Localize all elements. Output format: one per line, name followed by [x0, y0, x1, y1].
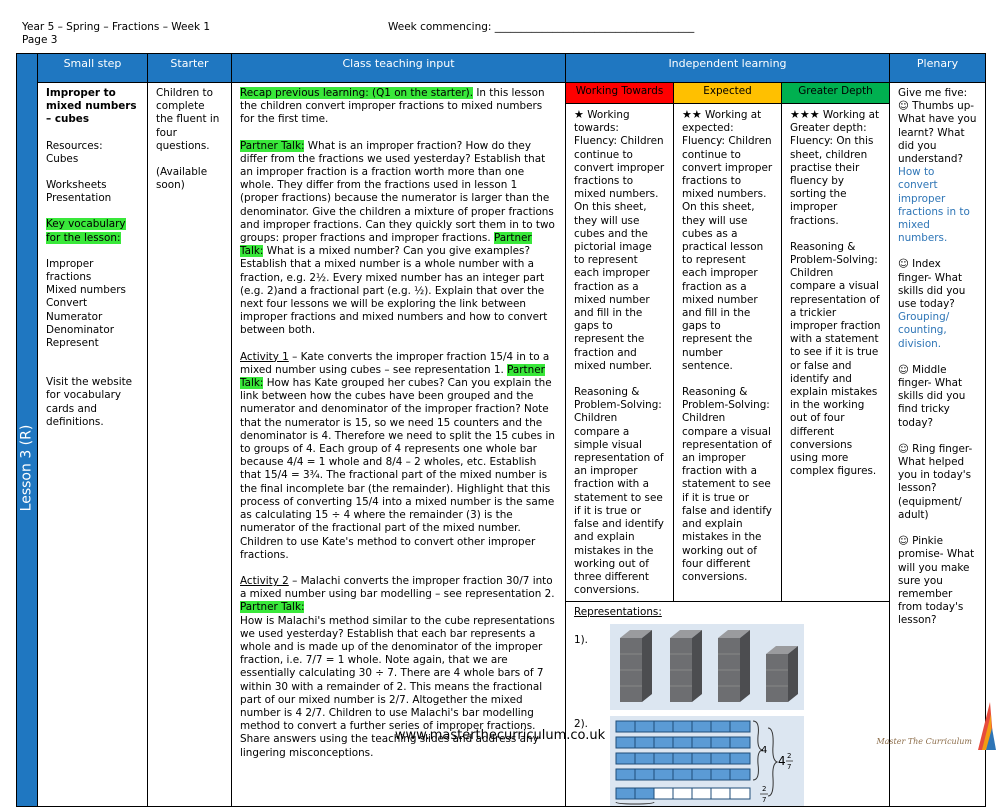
plenary-index-answer: Grouping/ counting, division.: [898, 311, 950, 350]
vocab-item: Mixed numbers: [46, 284, 126, 297]
logo-icon: [978, 702, 996, 750]
ring-finger-icon: ☺: [898, 442, 909, 455]
col-small-step: Small step: [37, 53, 148, 83]
plenary-cell: Give me five: ☺ Thumbs up- What have you…: [889, 81, 986, 807]
plenary-thumb-answer: How to convert improper fractions in to …: [898, 166, 970, 245]
plenary-pinkie: Pinkie promise- What will you make sure …: [898, 535, 975, 627]
bar-label-4: 4: [761, 745, 767, 756]
greater-depth-label: Greater Depth: [781, 82, 890, 104]
working-towards-cell: ★ Working towards: Fluency: Children con…: [565, 102, 674, 603]
worksheets: Worksheets: [46, 179, 107, 192]
starter-text: Children to complete the fluent in four …: [156, 87, 220, 152]
exp-fluency: Fluency: Children continue to convert im…: [682, 135, 773, 372]
star-icon: ★: [574, 108, 584, 121]
wt-fluency: Fluency: Children continue to convert im…: [574, 135, 665, 372]
remainder-numerator: 2: [762, 785, 766, 793]
cubes-representation: [610, 623, 804, 710]
greater-depth-cell: ★★★ Working at Greater depth: Fluency: O…: [781, 102, 890, 603]
resources-label: Resources:: [46, 139, 103, 152]
exp-reasoning: Reasoning & Problem-Solving: Children co…: [682, 386, 772, 583]
col-starter: Starter: [147, 53, 232, 83]
lesson-label: Lesson 3 (R): [18, 424, 35, 512]
col-independent: Independent learning: [565, 53, 890, 83]
plenary-ring: Ring finger- What helped you in today's …: [898, 442, 973, 521]
recap-highlight: Recap previous learning: (Q1 on the star…: [240, 87, 474, 99]
header-title: Year 5 – Spring – Fractions – Week 1: [22, 21, 211, 33]
remainder-denominator: 7: [762, 796, 766, 804]
plenary-index: Index finger- What skills did you use to…: [898, 258, 966, 311]
vocab-item: Represent: [46, 337, 99, 350]
cube-stack: [718, 629, 750, 702]
partner-talk-text: What is a mixed number? Can you give exa…: [240, 245, 548, 337]
footer-url[interactable]: www.masterthecurriculum.co.uk: [0, 728, 1000, 743]
lesson-label-cell: Lesson 3 (R): [16, 52, 38, 807]
pinkie-icon: ☺: [898, 535, 909, 548]
visit-website: Visit the website for vocabulary cards a…: [46, 376, 133, 428]
small-step-title: Improper to mixed numbers – cubes: [46, 87, 137, 126]
vocab-item: Improper fractions: [46, 257, 94, 284]
cube-stack: [670, 629, 702, 702]
cube-stack: [620, 629, 652, 702]
representations-cell: Representations: 1). 2). 4 4 2 7 2 7: [565, 601, 890, 807]
mixed-number-numerator: 2: [787, 752, 791, 760]
mixed-number-whole: 4: [778, 754, 786, 768]
vocab-item: Numerator: [46, 310, 103, 323]
activity-2-label: Activity 2: [240, 574, 289, 587]
wt-reasoning: Reasoning & Problem-Solving: Children co…: [574, 386, 664, 597]
representations-label: Representations:: [574, 606, 662, 619]
index-finger-icon: ☺: [898, 258, 909, 271]
col-plenary: Plenary: [889, 53, 986, 83]
signature: Master The Curriculum: [876, 737, 972, 746]
vocab-item: Convert: [46, 297, 88, 310]
thumb-icon: ☺: [898, 100, 909, 113]
middle-finger-icon: ☺: [898, 363, 909, 376]
page-number: Page 3: [22, 34, 58, 46]
key-vocab-label: Key vocabulary for the lesson:: [46, 218, 126, 244]
activity-1-rest: How has Kate grouped her cubes? Can you …: [240, 377, 555, 561]
working-towards-label: Working Towards: [565, 82, 674, 104]
cube-stack: [766, 645, 798, 702]
plenary-thumb: Thumbs up- What have you learnt? What di…: [898, 100, 977, 166]
activity-1-label: Activity 1: [240, 350, 289, 363]
star-icon: ★★★: [790, 108, 820, 121]
star-icon: ★★: [682, 108, 702, 121]
presentation: Presentation: [46, 192, 112, 205]
rep-1-label: 1).: [574, 633, 588, 646]
partner-talk-highlight: Partner Talk:: [240, 601, 305, 614]
plenary-middle: Middle finger- What skills did you find …: [898, 363, 966, 429]
lesson-plan-table: Lesson 3 (R) Small step Starter Class te…: [16, 52, 986, 807]
partner-talk-text: What is an improper fraction? How do the…: [240, 139, 555, 245]
teaching-cell: Recap previous learning: (Q1 on the star…: [231, 81, 566, 807]
expected-cell: ★★ Working at expected: Fluency: Childre…: [673, 102, 782, 603]
partner-talk-highlight: Partner Talk:: [240, 139, 305, 152]
starter-available: (Available soon): [156, 166, 208, 192]
col-class-teaching: Class teaching input: [231, 53, 566, 83]
gd-fluency: Fluency: On this sheet, children practis…: [790, 135, 874, 227]
vocab-item: Denominator: [46, 323, 115, 336]
mixed-number-denominator: 7: [787, 763, 791, 771]
plenary-intro: Give me five:: [898, 87, 968, 99]
expected-label: Expected: [673, 82, 782, 104]
resources-value: Cubes: [46, 152, 79, 165]
week-commencing: Week commencing: _______________________…: [388, 21, 695, 33]
starter-cell: Children to complete the fluent in four …: [147, 81, 232, 807]
gd-reasoning: Reasoning & Problem-Solving: Children co…: [790, 240, 881, 478]
small-step-cell: Improper to mixed numbers – cubes Resour…: [37, 81, 148, 807]
